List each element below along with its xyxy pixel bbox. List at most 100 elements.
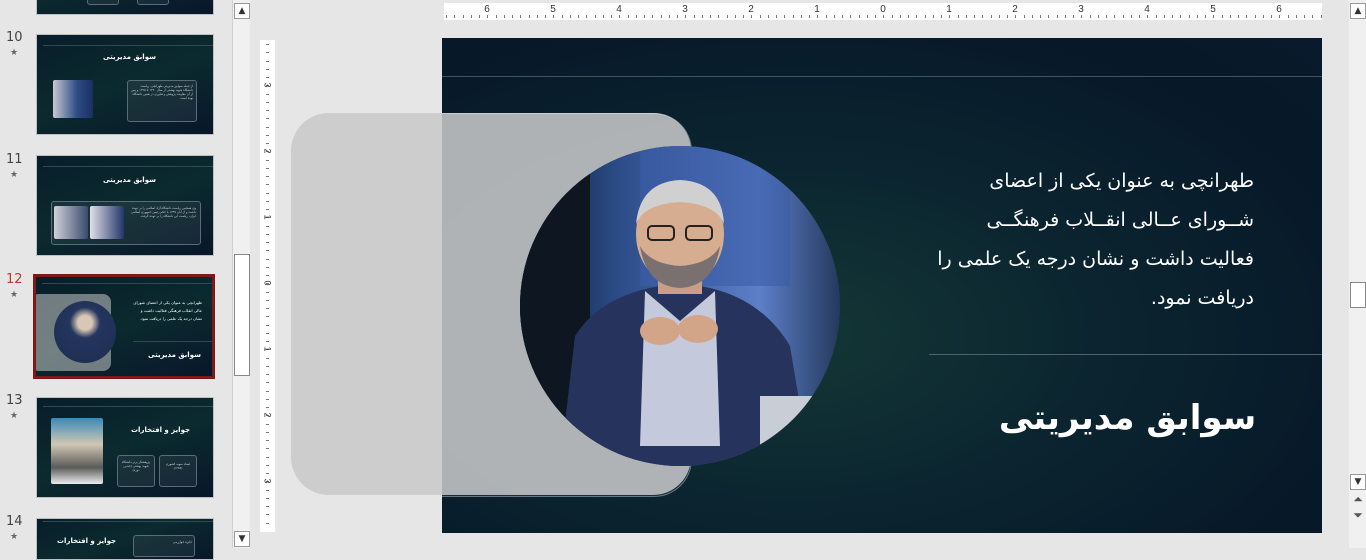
slide-thumbnail-11[interactable]: سوابق مدیریتی وی همچنین ریاست دانشگاه آز… bbox=[36, 155, 214, 256]
transition-star-icon: ★ bbox=[10, 290, 19, 300]
ruler-tick bbox=[908, 15, 909, 18]
ruler-tick bbox=[850, 15, 852, 18]
scroll-up-icon[interactable]: ▲ bbox=[1350, 3, 1366, 19]
transition-star-icon: ★ bbox=[10, 48, 19, 58]
ruler-tick bbox=[578, 15, 579, 18]
slide-number-14: 14 bbox=[6, 514, 23, 529]
ruler-label: 1 bbox=[262, 214, 273, 220]
ruler-label: 2 bbox=[262, 148, 273, 154]
thumbnail-text-box: از جمله سوابق مدیریتی طهرانچی، ریاست دان… bbox=[127, 80, 197, 122]
scroll-up-icon[interactable]: ▲ bbox=[234, 3, 250, 19]
ruler-tick bbox=[266, 514, 269, 516]
ruler-tick bbox=[1048, 15, 1050, 18]
thumbnail-scrollbar[interactable]: ▲ ▼ bbox=[232, 0, 250, 548]
ruler-tick bbox=[266, 431, 269, 433]
slide-title[interactable]: سوابق مدیریتی bbox=[960, 398, 1295, 438]
ruler-tick bbox=[266, 118, 269, 120]
ruler-tick bbox=[266, 44, 269, 45]
ruler-tick bbox=[470, 15, 472, 18]
ruler-tick bbox=[883, 15, 885, 18]
scrollbar-thumb[interactable] bbox=[234, 254, 250, 376]
ruler-tick bbox=[866, 15, 868, 18]
thumbnail-title: جوایز و افتخارات bbox=[57, 537, 117, 545]
slide-number-13: 13 bbox=[6, 393, 23, 408]
ruler-tick bbox=[266, 250, 269, 252]
ruler-tick bbox=[1271, 15, 1272, 18]
ruler-label: 2 bbox=[262, 412, 273, 418]
ruler-tick bbox=[1163, 15, 1165, 18]
ruler-tick bbox=[734, 15, 736, 18]
ruler-tick bbox=[842, 15, 843, 18]
ruler-tick bbox=[652, 15, 654, 18]
ruler-label: 5 bbox=[1210, 4, 1216, 15]
slide-thumbnail-12-active[interactable]: طهرانچی به عنوان یکی از اعضای شورای عالی… bbox=[33, 274, 215, 379]
ruler-tick bbox=[553, 15, 555, 18]
slide-thumbnail-14[interactable]: جوایز و افتخارات جایزه خوارزمی bbox=[36, 518, 214, 560]
ruler-tick bbox=[1279, 15, 1281, 18]
ruler-tick bbox=[1122, 15, 1124, 18]
previous-slide-icon[interactable]: ⏶ bbox=[1351, 492, 1365, 506]
ruler-tick bbox=[266, 258, 269, 260]
ruler-tick bbox=[561, 15, 563, 18]
ruler-tick bbox=[825, 15, 827, 18]
ruler-tick bbox=[1147, 15, 1149, 18]
ruler-tick bbox=[495, 15, 497, 18]
speaker-photo[interactable] bbox=[520, 146, 840, 466]
ruler-tick bbox=[1246, 15, 1248, 18]
ruler-tick bbox=[266, 440, 269, 441]
transition-star-icon: ★ bbox=[10, 170, 19, 180]
decorative-line bbox=[442, 76, 1322, 77]
slide-thumbnail-pane[interactable]: 10 ★ سوابق مدیریتی از جمله سوابق مدیریتی… bbox=[0, 0, 232, 560]
editor-scrollbar[interactable]: ▲ ▼ ⏶ ⏷ bbox=[1349, 0, 1366, 548]
ruler-tick bbox=[266, 60, 269, 62]
scroll-down-icon[interactable]: ▼ bbox=[234, 531, 250, 547]
ruler-tick bbox=[266, 134, 269, 136]
ruler-tick bbox=[1196, 15, 1198, 18]
slide-thumbnail-10[interactable]: سوابق مدیریتی از جمله سوابق مدیریتی طهرا… bbox=[36, 34, 214, 135]
ruler-tick bbox=[266, 390, 269, 392]
ruler-tick bbox=[611, 15, 612, 18]
ruler-tick bbox=[924, 15, 926, 18]
ruler-tick bbox=[454, 15, 456, 18]
ruler-tick bbox=[520, 15, 522, 18]
scrollbar-thumb[interactable] bbox=[1350, 282, 1366, 308]
decorative-line bbox=[929, 354, 1322, 355]
ruler-tick bbox=[1089, 15, 1091, 18]
ruler-label: 3 bbox=[1078, 4, 1084, 15]
ruler-label: 1 bbox=[262, 346, 273, 352]
ruler-tick bbox=[266, 522, 269, 524]
ruler-tick bbox=[685, 15, 687, 18]
ruler-tick bbox=[602, 15, 604, 18]
ruler-label: 3 bbox=[262, 478, 273, 484]
ruler-tick bbox=[266, 357, 269, 359]
ruler-tick bbox=[1229, 15, 1231, 18]
slide-body-text[interactable]: طهرانچی به عنوان یکی از اعضای شــورای عـ… bbox=[930, 162, 1254, 318]
next-slide-icon[interactable]: ⏷ bbox=[1351, 508, 1365, 522]
ruler-tick bbox=[1114, 15, 1116, 18]
ruler-tick bbox=[512, 15, 513, 18]
ruler-tick bbox=[949, 15, 951, 18]
slide-number-12: 12 bbox=[6, 272, 23, 287]
ruler-tick bbox=[1139, 15, 1140, 18]
slide-thumbnail-13[interactable]: جوایز و افتخارات پژوهشگر برتر دانشگاه شه… bbox=[36, 397, 214, 498]
ruler-tick bbox=[751, 15, 753, 18]
thumbnail-photo bbox=[51, 418, 103, 484]
ruler-tick bbox=[266, 497, 269, 499]
ruler-tick bbox=[569, 15, 571, 18]
horizontal-ruler[interactable]: 6 5 4 3 2 1 0 1 2 3 4 5 6 bbox=[444, 3, 1322, 20]
slide-thumbnail-9[interactable] bbox=[36, 0, 214, 15]
thumbnail-title: سوابق مدیریتی bbox=[103, 53, 156, 61]
ruler-tick bbox=[266, 184, 269, 186]
ruler-tick bbox=[1172, 15, 1173, 18]
ruler-tick bbox=[545, 15, 546, 18]
ruler-label: 2 bbox=[748, 4, 754, 15]
ruler-tick bbox=[528, 15, 530, 18]
scroll-down-icon[interactable]: ▼ bbox=[1350, 474, 1366, 490]
ruler-tick bbox=[266, 489, 269, 491]
ruler-tick bbox=[1188, 15, 1190, 18]
vertical-ruler[interactable]: 3 2 1 0 1 2 3 bbox=[260, 40, 275, 532]
ruler-tick bbox=[833, 15, 835, 18]
ruler-tick bbox=[982, 15, 984, 18]
ruler-tick bbox=[974, 15, 975, 18]
ruler-tick bbox=[1312, 15, 1314, 18]
